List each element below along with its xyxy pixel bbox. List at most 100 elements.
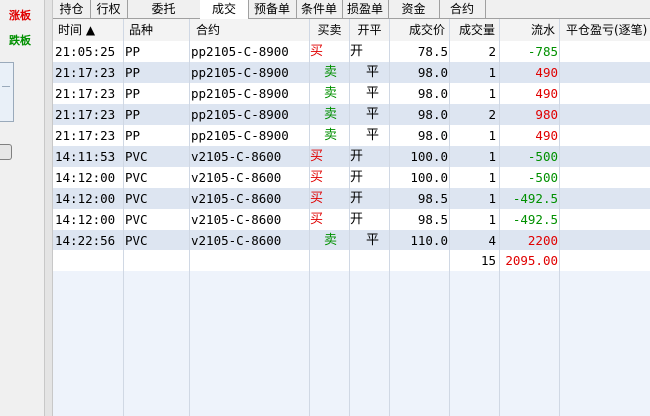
cell-contract: pp2105-C-8900 (191, 86, 289, 101)
grid-line (123, 19, 124, 416)
cell-open-close: 平 (366, 107, 380, 122)
cell-time: 21:05:25 (55, 44, 116, 59)
side-button[interactable] (0, 144, 12, 160)
cell-time: 14:12:00 (55, 212, 116, 227)
cell-volume: 1 (488, 86, 496, 101)
cell-side: 卖 (324, 128, 338, 143)
cell-variety: PVC (125, 170, 148, 185)
table-row[interactable]: 14:12:00 PVC v2105-C-8600 买 开 98.5 1 -492.5 (53, 209, 650, 230)
cell-time: 14:22:56 (55, 233, 116, 248)
panel-splitter[interactable] (44, 0, 53, 416)
table-row[interactable]: 21:17:23 PP pp2105-C-8900 卖 平 98.0 2 980 (53, 104, 650, 125)
cell-side: 卖 (324, 65, 338, 80)
cell-volume: 1 (488, 212, 496, 227)
grid-line (389, 19, 390, 416)
tab-positions[interactable]: 持仓 (53, 0, 91, 18)
cell-price: 98.0 (417, 65, 448, 80)
cell-volume: 1 (488, 128, 496, 143)
cell-variety: PP (125, 65, 141, 80)
side-input-box[interactable] (0, 62, 14, 122)
cell-contract: pp2105-C-8900 (191, 65, 289, 80)
grid-line (309, 19, 310, 416)
tab-orders[interactable]: 委托 (127, 0, 201, 18)
grid-line (499, 19, 500, 416)
cell-side: 买 (310, 212, 324, 227)
column-side[interactable]: 买卖 (310, 19, 350, 41)
cell-price: 100.0 (410, 149, 448, 164)
cell-open-close: 开 (350, 170, 364, 185)
table-row[interactable]: 21:17:23 PP pp2105-C-8900 卖 平 98.0 1 490 (53, 125, 650, 146)
tab-prepared-orders[interactable]: 预备单 (248, 0, 297, 18)
cell-price: 98.0 (417, 86, 448, 101)
column-open-close[interactable]: 开平 (350, 19, 390, 41)
column-time[interactable]: 时间 ▲ (53, 19, 124, 41)
cell-flow: -785 (527, 44, 558, 59)
total-volume: 15 (480, 253, 496, 268)
cell-price: 98.5 (417, 212, 448, 227)
table-row[interactable]: 14:22:56 PVC v2105-C-8600 卖 平 110.0 4 2200 (53, 230, 650, 251)
table-row[interactable]: 21:05:25 PP pp2105-C-8900 买 开 78.5 2 -785 (53, 41, 650, 62)
cell-flow: 490 (535, 65, 558, 80)
cell-time: 14:12:00 (55, 170, 116, 185)
table-row[interactable]: 14:12:00 PVC v2105-C-8600 买 开 100.0 1 -500 (53, 167, 650, 188)
cell-volume: 1 (488, 65, 496, 80)
tab-conditional-orders[interactable]: 条件单 (296, 0, 343, 18)
column-close-pnl[interactable]: 平仓盈亏(逐笔) (560, 19, 650, 41)
cell-price: 100.0 (410, 170, 448, 185)
cell-price: 98.0 (417, 128, 448, 143)
cell-side: 买 (310, 170, 324, 185)
column-price[interactable]: 成交价 (390, 19, 450, 41)
cell-variety: PP (125, 107, 141, 122)
cell-time: 21:17:23 (55, 107, 116, 122)
cell-time: 14:12:00 (55, 191, 116, 206)
cell-open-close: 开 (350, 191, 364, 206)
trades-table: 时间 ▲ 品种 合约 买卖 开平 成交价 成交量 流水 平仓盈亏(逐笔) 21:… (53, 19, 650, 416)
table-row[interactable]: 14:11:53 PVC v2105-C-8600 买 开 100.0 1 -500 (53, 146, 650, 167)
cell-side: 卖 (324, 107, 338, 122)
grid-line (189, 19, 190, 416)
tab-exercise[interactable]: 行权 (90, 0, 128, 18)
cell-contract: v2105-C-8600 (191, 191, 282, 206)
cell-contract: pp2105-C-8900 (191, 44, 289, 59)
cell-volume: 1 (488, 170, 496, 185)
tab-bar: 持仓 行权 委托 成交 预备单 条件单 损盈单 资金 合约 (53, 0, 650, 19)
side-panel: 涨板 跌板 (0, 0, 44, 416)
cell-open-close: 平 (366, 65, 380, 80)
column-volume[interactable]: 成交量 (450, 19, 500, 41)
cell-price: 78.5 (417, 44, 448, 59)
cell-variety: PVC (125, 149, 148, 164)
cell-time: 21:17:23 (55, 128, 116, 143)
cell-volume: 1 (488, 191, 496, 206)
limit-up-label[interactable]: 涨板 (9, 7, 31, 23)
cell-side: 买 (310, 191, 324, 206)
cell-volume: 2 (488, 44, 496, 59)
tab-contracts[interactable]: 合约 (439, 0, 486, 18)
cell-price: 98.0 (417, 107, 448, 122)
column-flow[interactable]: 流水 (500, 19, 560, 41)
cell-variety: PVC (125, 191, 148, 206)
cell-contract: pp2105-C-8900 (191, 107, 289, 122)
tab-stop-orders[interactable]: 损盈单 (342, 0, 389, 18)
cell-flow: -492.5 (512, 191, 558, 206)
table-row[interactable]: 21:17:23 PP pp2105-C-8900 卖 平 98.0 1 490 (53, 62, 650, 83)
grid-line (559, 19, 560, 416)
cell-side: 买 (310, 44, 324, 59)
cell-side: 卖 (324, 86, 338, 101)
tab-funds[interactable]: 资金 (388, 0, 440, 18)
cell-variety: PP (125, 128, 141, 143)
cell-open-close: 开 (350, 44, 364, 59)
limit-down-label[interactable]: 跌板 (9, 32, 31, 48)
cell-time: 14:11:53 (55, 149, 116, 164)
table-row[interactable]: 21:17:23 PP pp2105-C-8900 卖 平 98.0 1 490 (53, 83, 650, 104)
cell-flow: -500 (527, 170, 558, 185)
cell-contract: v2105-C-8600 (191, 149, 282, 164)
column-variety[interactable]: 品种 (124, 19, 190, 41)
column-contract[interactable]: 合约 (190, 19, 310, 41)
cell-flow: -500 (527, 149, 558, 164)
cell-price: 110.0 (410, 233, 448, 248)
cell-volume: 2 (488, 107, 496, 122)
cell-flow: 490 (535, 128, 558, 143)
cell-open-close: 开 (350, 149, 364, 164)
table-row[interactable]: 14:12:00 PVC v2105-C-8600 买 开 98.5 1 -492.5 (53, 188, 650, 209)
tab-trades[interactable]: 成交 (200, 0, 249, 19)
